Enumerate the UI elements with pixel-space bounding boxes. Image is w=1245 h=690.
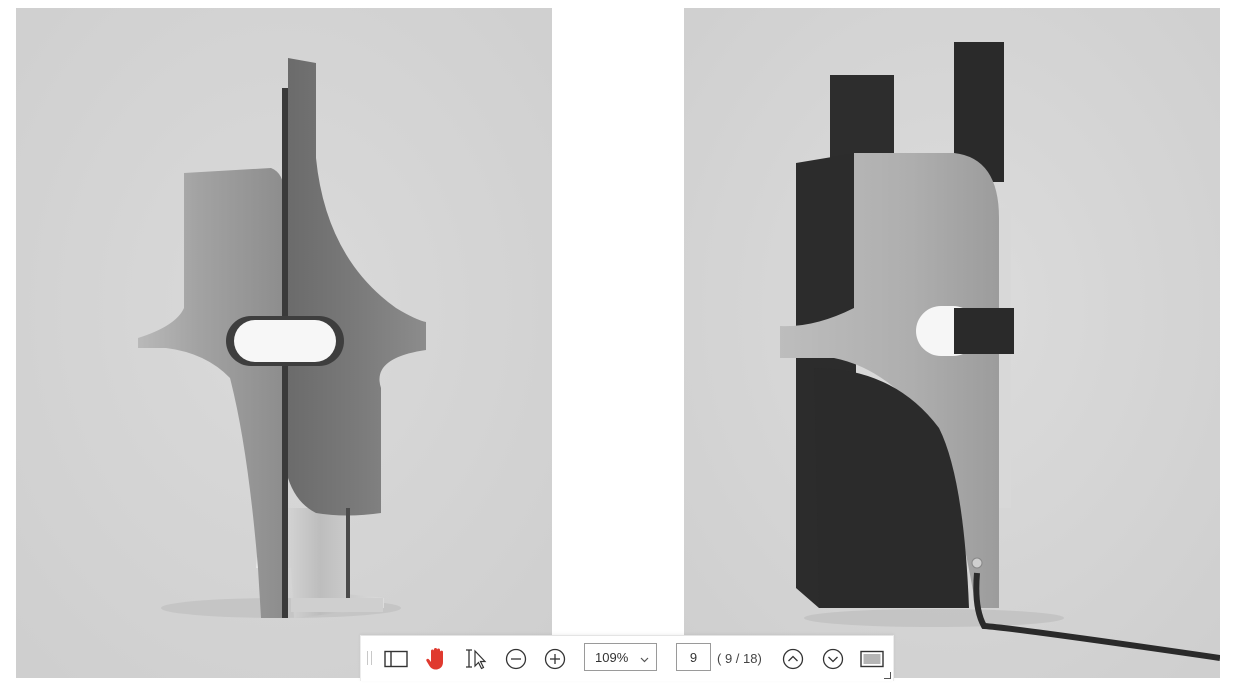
sidebar-icon — [384, 650, 408, 668]
lamp-render-angled-black — [684, 8, 1220, 678]
text-select-tool-button[interactable] — [463, 646, 489, 672]
pdf-viewer: 109% ( 9 / 18) — [0, 0, 1245, 690]
minus-circle-icon — [505, 648, 527, 670]
text-cursor-icon — [463, 648, 489, 670]
zoom-out-button[interactable] — [503, 646, 529, 672]
zoom-in-button[interactable] — [542, 646, 568, 672]
zoom-level-value: 109% — [595, 649, 629, 665]
viewer-toolbar: 109% ( 9 / 18) — [360, 635, 894, 681]
toolbar-drag-handle[interactable] — [367, 651, 372, 665]
resize-grip[interactable] — [884, 672, 891, 679]
zoom-level-select[interactable]: 109% — [584, 643, 657, 671]
page-count-label: ( 9 / 18) — [717, 651, 762, 666]
hand-tool-button[interactable] — [423, 646, 449, 672]
chevron-up-circle-icon — [782, 648, 804, 670]
plus-circle-icon — [544, 648, 566, 670]
chevron-down-circle-icon — [822, 648, 844, 670]
next-page-button[interactable] — [820, 646, 846, 672]
lamp-render-front-chrome — [16, 8, 552, 678]
fit-page-icon — [860, 650, 884, 668]
sidebar-toggle-button[interactable] — [383, 646, 409, 672]
page-number-input[interactable] — [676, 643, 711, 671]
chevron-down-icon — [640, 652, 649, 667]
hand-icon — [425, 647, 447, 671]
fit-view-button[interactable] — [859, 646, 885, 672]
previous-page-button[interactable] — [780, 646, 806, 672]
